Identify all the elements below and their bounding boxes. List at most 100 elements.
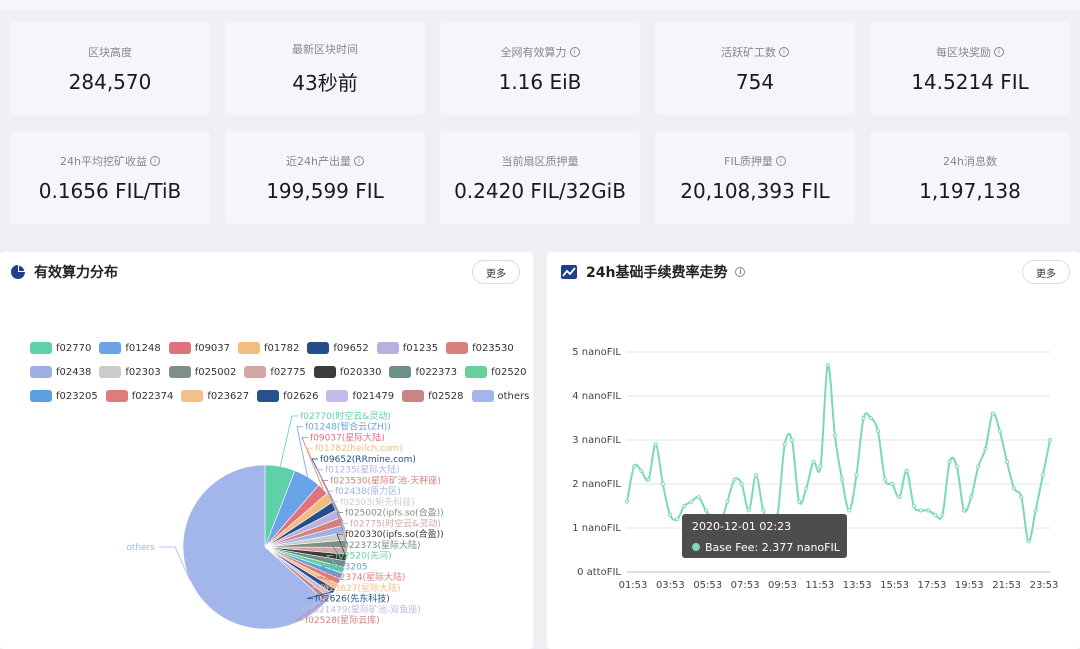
legend-item[interactable]: f020330 bbox=[313, 366, 381, 378]
data-point[interactable] bbox=[897, 495, 902, 500]
data-point[interactable] bbox=[1040, 473, 1045, 478]
pie-label: f025002(ipfs.so(合盈)) bbox=[345, 507, 444, 519]
legend-item[interactable]: f02438 bbox=[30, 366, 91, 378]
info-icon[interactable]: i bbox=[353, 155, 364, 166]
stat-value: 199,599 FIL bbox=[266, 178, 384, 203]
legend-swatch bbox=[446, 342, 469, 354]
data-point[interactable] bbox=[861, 415, 866, 421]
data-point[interactable] bbox=[961, 508, 967, 513]
stat-card: 24h消息数 1,197,138 bbox=[870, 131, 1070, 224]
data-point[interactable] bbox=[918, 508, 924, 513]
power-more-button[interactable]: 更多 bbox=[472, 260, 520, 284]
data-point[interactable] bbox=[1033, 508, 1038, 513]
data-point[interactable] bbox=[761, 508, 766, 513]
data-point[interactable] bbox=[1004, 459, 1010, 465]
data-point[interactable] bbox=[868, 415, 873, 421]
data-point[interactable] bbox=[753, 473, 759, 478]
stat-label-text: FIL质押量 bbox=[724, 154, 773, 168]
legend-item[interactable]: f02520 bbox=[465, 366, 526, 378]
data-point[interactable] bbox=[1012, 486, 1017, 491]
y-tick-label: 0 attoFIL bbox=[577, 567, 621, 578]
data-point[interactable] bbox=[646, 477, 651, 482]
data-point[interactable] bbox=[904, 468, 909, 473]
data-point[interactable] bbox=[675, 517, 680, 522]
data-point[interactable] bbox=[639, 468, 644, 473]
data-point[interactable] bbox=[682, 503, 687, 509]
data-point[interactable] bbox=[990, 411, 995, 416]
data-point[interactable] bbox=[947, 459, 952, 465]
legend-item[interactable]: f025002 bbox=[168, 366, 237, 378]
legend-item[interactable]: f09652 bbox=[307, 342, 369, 354]
legend-item[interactable]: f01782 bbox=[238, 342, 299, 354]
data-point[interactable] bbox=[739, 481, 744, 487]
data-point[interactable] bbox=[818, 464, 823, 469]
legend-item[interactable]: f02770 bbox=[30, 342, 91, 354]
pie-label: f021479(星际矿池-双鱼座) bbox=[310, 603, 421, 615]
data-point[interactable] bbox=[997, 429, 1002, 434]
data-point[interactable] bbox=[825, 363, 830, 368]
pie-label: f01248(智合云(ZH)) bbox=[305, 421, 391, 433]
data-point[interactable] bbox=[1026, 539, 1031, 544]
top-strip bbox=[0, 0, 1080, 10]
tooltip-time: 2020-12-01 02:23 bbox=[692, 520, 791, 533]
legend-item[interactable]: f022373 bbox=[389, 366, 457, 378]
data-point[interactable] bbox=[746, 508, 751, 513]
info-icon[interactable]: i bbox=[735, 267, 746, 277]
data-point[interactable] bbox=[689, 499, 694, 504]
stat-value: 0.1656 FIL/TiB bbox=[38, 178, 182, 203]
data-point[interactable] bbox=[782, 442, 787, 447]
data-point[interactable] bbox=[983, 446, 988, 451]
data-point[interactable] bbox=[1047, 437, 1053, 443]
data-point[interactable] bbox=[653, 442, 658, 447]
data-point[interactable] bbox=[667, 512, 673, 517]
data-point[interactable] bbox=[911, 503, 916, 509]
data-point[interactable] bbox=[732, 477, 737, 482]
data-point[interactable] bbox=[839, 477, 845, 482]
x-tick-label: 07:53 bbox=[731, 580, 760, 591]
data-point[interactable] bbox=[1019, 495, 1024, 500]
tooltip-value: Base Fee: 2.377 nanoFIL bbox=[705, 541, 841, 554]
data-point[interactable] bbox=[854, 473, 859, 478]
data-point[interactable] bbox=[811, 459, 816, 465]
data-point[interactable] bbox=[875, 429, 881, 434]
data-point[interactable] bbox=[847, 508, 852, 513]
legend-item[interactable]: f09037 bbox=[168, 342, 230, 354]
legend-item[interactable]: f023530 bbox=[446, 342, 514, 354]
fee-more-button[interactable]: 更多 bbox=[1022, 260, 1070, 284]
pie-label: f02626(先东科技) bbox=[315, 593, 390, 605]
data-point[interactable] bbox=[883, 477, 888, 482]
data-point[interactable] bbox=[725, 499, 730, 504]
data-point[interactable] bbox=[969, 495, 974, 500]
data-point[interactable] bbox=[926, 508, 931, 513]
info-icon[interactable]: i bbox=[775, 155, 786, 166]
legend-item[interactable]: f02775 bbox=[244, 366, 306, 378]
legend-label: f025002 bbox=[194, 366, 237, 378]
data-point[interactable] bbox=[954, 464, 959, 469]
data-point[interactable] bbox=[976, 464, 981, 469]
data-point[interactable] bbox=[696, 495, 701, 500]
info-icon[interactable]: i bbox=[779, 46, 789, 57]
data-point[interactable] bbox=[933, 512, 938, 517]
data-point[interactable] bbox=[632, 464, 637, 469]
stat-label-text: 24h消息数 bbox=[943, 154, 997, 168]
data-point[interactable] bbox=[624, 499, 630, 504]
pie-label: f01235(星际大陆) bbox=[325, 464, 400, 476]
stat-label: 最新区块时间 bbox=[292, 41, 358, 57]
legend-item[interactable]: f01235 bbox=[376, 342, 438, 354]
data-point[interactable] bbox=[796, 499, 802, 504]
info-icon[interactable]: i bbox=[149, 155, 160, 166]
stat-value: 43秒前 bbox=[292, 71, 358, 95]
info-icon[interactable]: i bbox=[569, 46, 580, 57]
data-point[interactable] bbox=[940, 512, 945, 517]
data-point[interactable] bbox=[890, 481, 895, 487]
info-icon[interactable]: i bbox=[994, 46, 1004, 57]
data-point[interactable] bbox=[660, 481, 665, 487]
data-point[interactable] bbox=[703, 508, 708, 513]
legend-item[interactable]: f02303 bbox=[99, 366, 161, 378]
stat-label: 24h平均挖矿收益 i bbox=[60, 153, 160, 169]
legend-item[interactable]: f01248 bbox=[99, 342, 161, 354]
legend-swatch bbox=[168, 366, 191, 378]
data-point[interactable] bbox=[832, 433, 838, 438]
data-point[interactable] bbox=[804, 486, 809, 491]
data-point[interactable] bbox=[789, 437, 794, 443]
